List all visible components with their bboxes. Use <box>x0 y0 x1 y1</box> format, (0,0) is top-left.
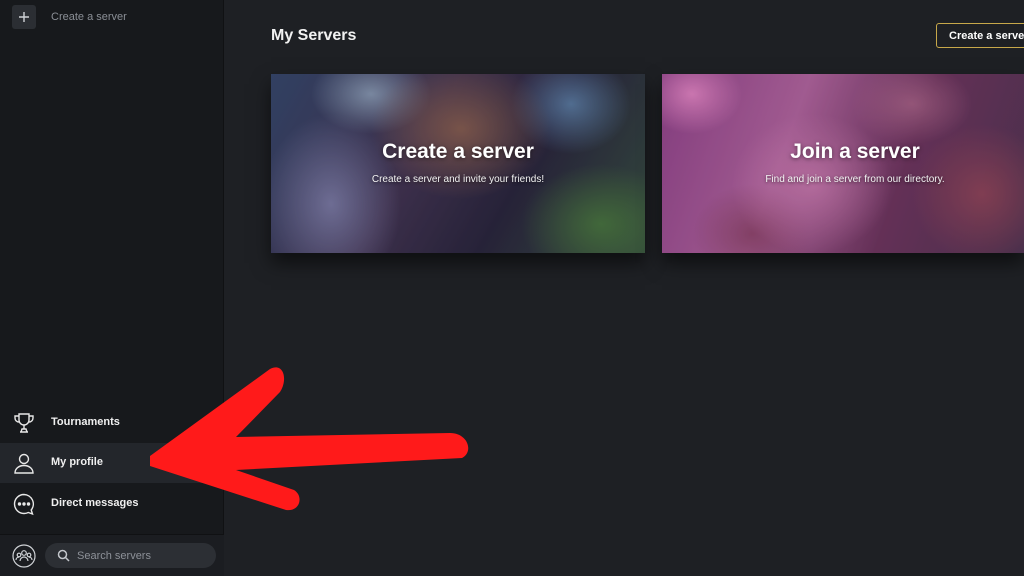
sidebar-item-my-profile[interactable]: My profile <box>0 443 224 483</box>
card-subtitle: Find and join a server from our director… <box>765 174 945 185</box>
servers-icon[interactable] <box>12 544 36 568</box>
sidebar: Create a server Tournaments My profile D… <box>0 0 224 576</box>
create-server-label: Create a server <box>51 11 127 23</box>
create-server-button[interactable]: Create a server <box>936 23 1024 48</box>
sidebar-item-direct-messages[interactable]: Direct messages <box>0 484 224 524</box>
sidebar-item-tournaments[interactable]: Tournaments <box>0 403 224 443</box>
user-icon <box>12 451 36 475</box>
search-icon <box>57 549 70 562</box>
card-title: Create a server <box>382 140 534 163</box>
search-bar <box>45 543 216 568</box>
sidebar-item-label: Direct messages <box>51 497 139 509</box>
sidebar-item-label: My profile <box>51 456 103 468</box>
trophy-icon <box>12 411 36 435</box>
search-input[interactable] <box>77 543 207 568</box>
plus-icon[interactable] <box>12 5 36 29</box>
sidebar-item-label: Tournaments <box>51 416 120 428</box>
create-server-item[interactable]: Create a server <box>0 0 224 36</box>
card-title: Join a server <box>790 140 920 163</box>
card-subtitle: Create a server and invite your friends! <box>371 174 545 185</box>
page-title: My Servers <box>271 27 357 44</box>
sidebar-footer <box>0 534 224 576</box>
create-server-card[interactable]: Create a server Create a server and invi… <box>271 74 645 253</box>
chat-icon <box>12 492 36 516</box>
join-server-card[interactable]: Join a server Find and join a server fro… <box>662 74 1024 253</box>
